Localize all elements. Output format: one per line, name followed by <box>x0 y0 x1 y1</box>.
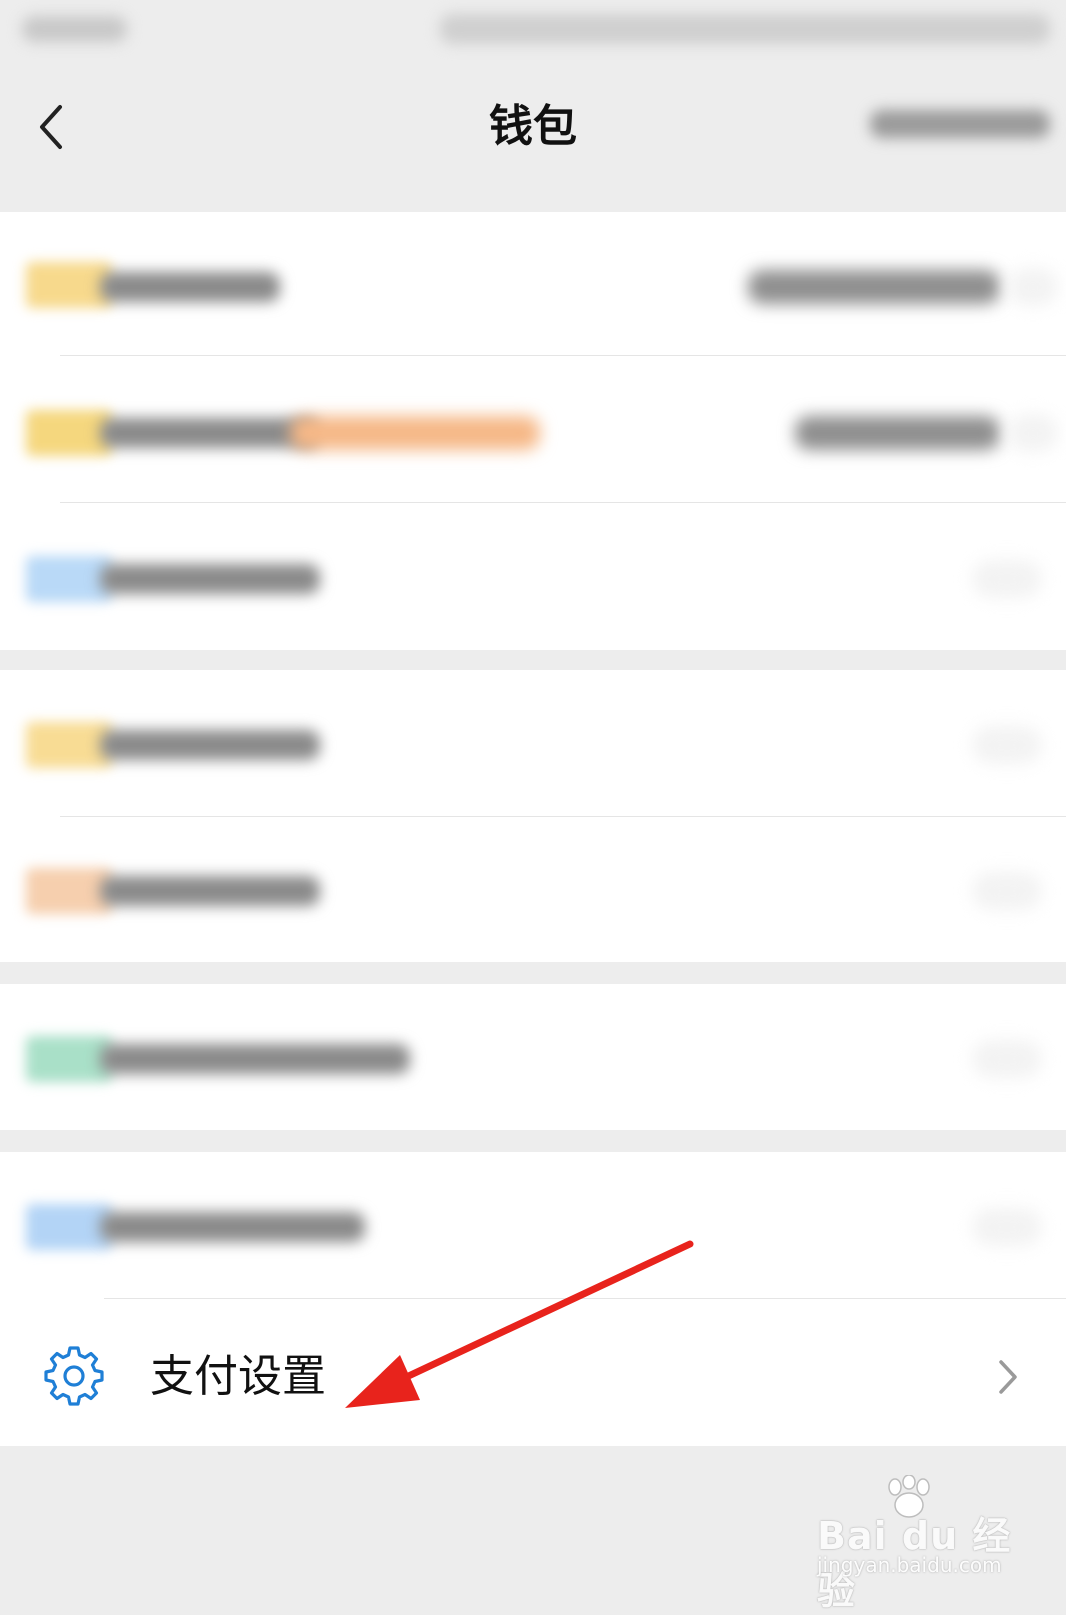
item-label-blurred <box>100 418 320 448</box>
item-label-blurred <box>100 564 320 594</box>
chevron-right-icon <box>972 872 1042 910</box>
item-label-blurred <box>100 730 320 760</box>
list-item[interactable] <box>0 358 1066 508</box>
item-value-blurred <box>748 270 1000 304</box>
chevron-right-icon <box>972 726 1042 764</box>
list-item[interactable] <box>0 670 1066 820</box>
item-value-blurred <box>795 416 1000 450</box>
wallet-section-2 <box>0 670 1066 962</box>
nav-header: 钱包 <box>0 62 1066 212</box>
item-label-blurred <box>100 876 320 906</box>
list-item[interactable] <box>0 504 1066 654</box>
divider <box>104 1298 1066 1299</box>
divider <box>60 502 1066 503</box>
divider <box>60 355 1066 356</box>
payment-settings-label: 支付设置 <box>150 1351 326 1402</box>
status-time-blurred <box>22 16 127 42</box>
watermark-logo: Bai du 经验 jingyan.baidu.com <box>815 1475 1015 1613</box>
chevron-right-icon <box>999 1360 1017 1394</box>
item-badge-blurred <box>290 416 540 450</box>
list-item[interactable] <box>0 212 1066 362</box>
chevron-right-icon <box>972 1208 1042 1246</box>
wallet-section-1 <box>0 212 1066 650</box>
status-icons-blurred <box>440 14 1050 44</box>
item-label-blurred <box>100 1044 410 1074</box>
wallet-section-3 <box>0 984 1066 1130</box>
chevron-right-icon <box>972 560 1042 598</box>
item-label-blurred <box>100 272 280 302</box>
payment-settings-row[interactable]: 支付设置 <box>0 1302 1066 1452</box>
watermark-url: jingyan.baidu.com <box>817 1553 1002 1577</box>
gear-icon <box>44 1346 104 1406</box>
list-item[interactable] <box>0 984 1066 1134</box>
wallet-section-4: 支付设置 <box>0 1152 1066 1446</box>
chevron-right-icon <box>1008 268 1058 306</box>
list-item[interactable] <box>0 816 1066 966</box>
list-item[interactable] <box>0 1152 1066 1302</box>
header-right-blurred[interactable] <box>870 110 1050 138</box>
chevron-right-icon <box>972 1040 1042 1078</box>
item-label-blurred <box>100 1212 365 1242</box>
chevron-right-icon <box>1008 414 1058 452</box>
status-bar <box>0 0 1066 62</box>
